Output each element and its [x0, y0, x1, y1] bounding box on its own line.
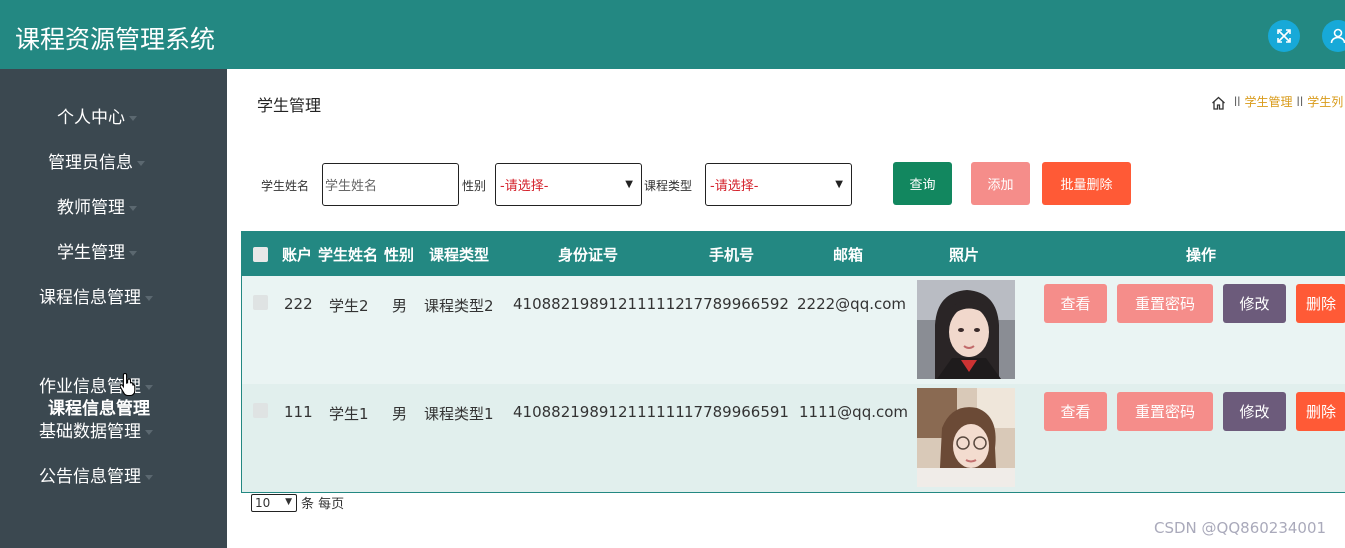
- row-checkbox[interactable]: [253, 295, 268, 310]
- chevron-down-icon: [137, 160, 145, 166]
- breadcrumb: ll 学生管理 ll 学生列: [1211, 93, 1343, 110]
- search-bar: 学生姓名 学生姓名 性别 -请选择- ▼ 课程类型 -请选择- ▼: [261, 163, 1341, 206]
- cell-account: 222: [284, 295, 313, 313]
- table-row: 222 学生2 男 课程类型2 410882198912111112 17789…: [242, 276, 1345, 384]
- chevron-down-icon: [129, 115, 137, 121]
- watermark: CSDN @QQ860234001: [1154, 519, 1327, 537]
- user-icon[interactable]: [1322, 20, 1345, 52]
- pagination: 10 ▼ 条 每页: [251, 493, 344, 512]
- gender-label: 性别: [462, 179, 487, 193]
- sidebar-item-label: 个人中心: [57, 108, 125, 128]
- col-email: 邮箱: [833, 246, 864, 264]
- home-icon[interactable]: [1211, 96, 1226, 110]
- breadcrumb-link-student-list[interactable]: 学生列: [1307, 95, 1343, 109]
- delete-button[interactable]: 删除: [1296, 392, 1345, 431]
- page-size-value: 10: [255, 495, 271, 510]
- cell-phone: 17789966592: [684, 295, 789, 313]
- course-type-label: 课程类型: [644, 179, 693, 193]
- col-photo: 照片: [949, 246, 980, 264]
- sidebar-item-teacher-mgmt[interactable]: 教师管理: [57, 193, 137, 218]
- app-title: 课程资源管理系统: [15, 25, 216, 54]
- chevron-down-icon: [129, 205, 137, 211]
- gender-select[interactable]: -请选择- ▼: [495, 163, 642, 206]
- edit-button[interactable]: 修改: [1223, 284, 1286, 323]
- cell-account: 111: [284, 403, 313, 421]
- chevron-down-icon: [145, 474, 153, 480]
- student-photo: [917, 280, 1015, 379]
- student-name-placeholder: 学生姓名: [325, 179, 378, 194]
- sidebar-item-personal-center[interactable]: 个人中心: [57, 103, 137, 128]
- sidebar-item-admin-info[interactable]: 管理员信息: [48, 148, 145, 173]
- sidebar-item-notice-info[interactable]: 公告信息管理: [39, 462, 153, 487]
- sidebar-subitem-course-info[interactable]: 课程信息管理: [48, 394, 150, 419]
- chevron-down-icon: ▼: [285, 496, 292, 507]
- sidebar-item-label: 管理员信息: [48, 153, 133, 173]
- edit-button[interactable]: 修改: [1223, 392, 1286, 431]
- cell-student-name: 学生1: [329, 405, 369, 423]
- col-course-type: 课程类型: [429, 246, 490, 264]
- delete-button[interactable]: 删除: [1296, 284, 1345, 323]
- top-bar: 课程资源管理系统: [0, 0, 1345, 69]
- sidebar-item-label: 学生管理: [57, 243, 125, 263]
- row-checkbox[interactable]: [253, 403, 268, 418]
- breadcrumb-link-student-mgmt[interactable]: 学生管理: [1245, 95, 1293, 109]
- col-phone: 手机号: [709, 246, 755, 264]
- cell-course-type: 课程类型2: [424, 297, 494, 315]
- cell-phone: 17789966591: [684, 403, 789, 421]
- chevron-down-icon: [145, 384, 153, 390]
- course-type-select[interactable]: -请选择- ▼: [705, 163, 852, 206]
- breadcrumb-separator: ll: [1296, 95, 1304, 109]
- add-button[interactable]: 添加: [971, 162, 1030, 205]
- hand-cursor-icon: [119, 372, 136, 396]
- cell-id-card: 410882198912111111: [513, 403, 685, 421]
- cell-course-type: 课程类型1: [424, 405, 494, 423]
- name-label: 学生姓名: [261, 179, 310, 193]
- chevron-down-icon: [129, 250, 137, 256]
- page-title: 学生管理: [257, 96, 322, 115]
- cell-id-card: 410882198912111112: [513, 295, 685, 313]
- chevron-down-icon: [145, 295, 153, 301]
- col-gender: 性别: [384, 246, 415, 264]
- cell-email: 2222@qq.com: [797, 295, 907, 313]
- batch-delete-button[interactable]: 批量删除: [1042, 162, 1131, 205]
- col-account: 账户: [282, 246, 313, 264]
- reset-password-button[interactable]: 重置密码: [1117, 392, 1213, 431]
- sidebar-item-student-mgmt[interactable]: 学生管理: [57, 238, 137, 263]
- select-all-checkbox[interactable]: [253, 247, 268, 262]
- page-size-suffix: 条 每页: [301, 497, 345, 512]
- table-row: 111 学生1 男 课程类型1 410882198912111111 17789…: [242, 384, 1345, 492]
- table-header: 账户 学生姓名 性别 课程类型 身份证号 手机号 邮箱 照片 操作: [242, 232, 1345, 276]
- sidebar-item-course-info[interactable]: 课程信息管理: [39, 283, 153, 308]
- student-photo: [917, 388, 1015, 487]
- col-id-card: 身份证号: [558, 246, 619, 264]
- cell-gender: 男: [392, 405, 408, 423]
- gender-select-value: -请选择-: [500, 179, 549, 194]
- chevron-down-icon: ▼: [625, 179, 633, 190]
- chevron-down-icon: ▼: [835, 179, 843, 190]
- view-button[interactable]: 查看: [1044, 392, 1107, 431]
- query-button[interactable]: 查询: [893, 162, 952, 205]
- cell-email: 1111@qq.com: [799, 403, 909, 421]
- chevron-down-icon: [145, 429, 153, 435]
- cell-student-name: 学生2: [329, 297, 369, 315]
- reset-password-button[interactable]: 重置密码: [1117, 284, 1213, 323]
- sidebar: 个人中心 管理员信息 教师管理 学生管理 课程信息管理 课程信息管理 作业信息管…: [0, 69, 227, 548]
- sidebar-item-label: 课程信息管理: [39, 288, 141, 308]
- fullscreen-icon[interactable]: [1268, 20, 1300, 52]
- student-table: 账户 学生姓名 性别 课程类型 身份证号 手机号 邮箱 照片 操作 222 学生…: [241, 231, 1345, 493]
- col-actions: 操作: [1186, 246, 1217, 264]
- cell-gender: 男: [392, 297, 408, 315]
- page-size-select[interactable]: 10 ▼: [251, 493, 297, 512]
- breadcrumb-separator: ll: [1233, 95, 1241, 109]
- student-name-input[interactable]: 学生姓名: [322, 163, 459, 206]
- view-button[interactable]: 查看: [1044, 284, 1107, 323]
- sidebar-item-label: 基础数据管理: [39, 422, 141, 442]
- course-type-select-value: -请选择-: [710, 179, 759, 194]
- sidebar-item-label: 公告信息管理: [39, 467, 141, 487]
- sidebar-item-basic-data[interactable]: 基础数据管理: [39, 417, 153, 442]
- sidebar-item-label: 教师管理: [57, 198, 125, 218]
- main-content: 学生管理 ll 学生管理 ll 学生列 学生姓名 学生姓名 性别 -请选择- ▼ 课程类…: [227, 69, 1345, 548]
- col-student-name: 学生姓名: [318, 246, 379, 264]
